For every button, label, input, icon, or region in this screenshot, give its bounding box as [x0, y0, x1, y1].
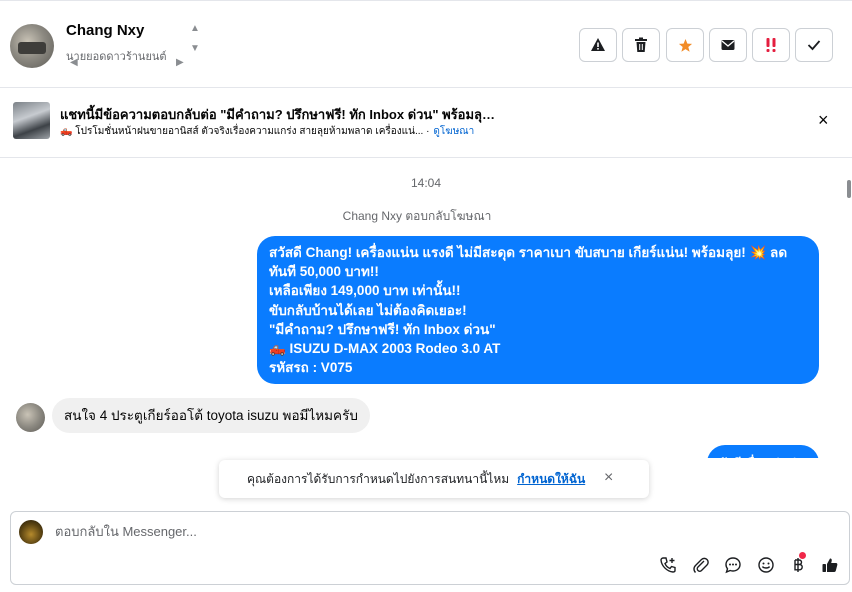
ad-description: 🛻 โปรโมชั่นหน้าฝนขายอานิสส์ ตัวจริงเรื่อ…: [60, 124, 474, 139]
horizontal-scrollbar[interactable]: ◀ ▶: [64, 57, 204, 71]
saved-replies-button[interactable]: [722, 554, 744, 576]
message-line: รหัสรถ : V075: [269, 360, 353, 376]
paperclip-icon: [693, 557, 709, 573]
message-composer: [10, 511, 850, 585]
envelope-icon: [721, 40, 735, 50]
close-icon[interactable]: ×: [604, 469, 613, 487]
delete-button[interactable]: [622, 28, 660, 62]
done-button[interactable]: [795, 28, 833, 62]
notification-dot: [799, 552, 806, 559]
replied-to-ad-note: Chang Nxy ตอบกลับโฆษณา: [342, 209, 492, 223]
contact-name[interactable]: Chang Nxy: [66, 22, 144, 39]
baht-icon: [794, 558, 803, 572]
star-icon: [678, 38, 692, 52]
payment-button[interactable]: [787, 552, 809, 576]
trash-icon: [635, 37, 647, 52]
reply-input[interactable]: [55, 524, 455, 539]
report-button[interactable]: [579, 28, 617, 62]
outgoing-message-bubble-partial[interactable]: ยังมีเชื่อมต่อค่ะ: [707, 445, 819, 458]
exclamation-icon: [766, 38, 776, 52]
like-button[interactable]: [819, 554, 841, 576]
scroll-up-icon[interactable]: ▲: [190, 23, 200, 34]
phone-plus-icon: [660, 557, 676, 573]
ad-title: แชทนี้มีข้อความตอบกลับต่อ "มีคำถาม? ปรึก…: [60, 107, 500, 122]
message-line: เหลือเพียง 149,000 บาท เท่านั้น!!: [269, 283, 461, 299]
call-button[interactable]: [657, 554, 679, 576]
assign-conversation-toast: คุณต้องการได้รับการกำหนดไปยังการสนทนานี้…: [219, 460, 649, 498]
vertical-scrollbar[interactable]: ▲ ▼: [190, 21, 204, 61]
thumbs-up-icon: [822, 558, 838, 572]
toast-text: คุณต้องการได้รับการกำหนดไปยังการสนทนานี้…: [247, 471, 510, 486]
scrollbar-thumb[interactable]: [847, 180, 851, 198]
ad-description-text: 🛻 โปรโมชั่นหน้าฝนขายอานิสส์ ตัวจริงเรื่อ…: [60, 126, 430, 137]
incoming-message-bubble[interactable]: สนใจ 4 ประตูเกียร์ออโต้ toyota isuzu พอม…: [52, 398, 370, 433]
ad-thumbnail[interactable]: [13, 102, 50, 139]
message-thread[interactable]: 14:04 Chang Nxy ตอบกลับโฆษณา สวัสดี Chan…: [0, 158, 852, 458]
chat-scrollbar[interactable]: [846, 162, 852, 458]
page-avatar: [19, 520, 43, 544]
view-ad-link[interactable]: ดูโฆษณา: [433, 126, 474, 137]
check-icon: [807, 40, 821, 51]
ad-context-bar: แชทนี้มีข้อความตอบกลับต่อ "มีคำถาม? ปรึก…: [0, 88, 852, 158]
scroll-right-icon[interactable]: ▶: [176, 57, 184, 68]
close-icon[interactable]: ×: [818, 110, 829, 131]
scroll-down-icon[interactable]: ▼: [190, 43, 200, 54]
contact-avatar[interactable]: [10, 24, 54, 68]
message-line: 🛻 ISUZU D-MAX 2003 Rodeo 3.0 AT: [269, 341, 501, 357]
contact-avatar-small[interactable]: [16, 403, 45, 432]
important-button[interactable]: [752, 28, 790, 62]
mark-unread-button[interactable]: [709, 28, 747, 62]
smiley-icon: [758, 557, 774, 573]
emoji-button[interactable]: [755, 554, 777, 576]
assign-to-me-link[interactable]: กำหนดให้ฉัน: [517, 470, 585, 489]
outgoing-message-bubble[interactable]: สวัสดี Chang! เครื่องแน่น แรงดี ไม่มีสะด…: [257, 236, 819, 384]
message-line: สวัสดี Chang! เครื่องแน่น แรงดี ไม่มีสะด…: [269, 245, 788, 260]
message-timestamp: 14:04: [410, 176, 442, 190]
conversation-header: Chang Nxy นายยอดดาวร้านยนต์ ◀ ▶ ▲ ▼: [0, 0, 852, 88]
message-line: ทันที 50,000 บาท!!: [269, 264, 379, 280]
attach-button[interactable]: [690, 554, 712, 576]
warning-icon: [591, 38, 605, 51]
chat-bubble-icon: [725, 557, 741, 574]
scroll-left-icon[interactable]: ◀: [70, 57, 78, 68]
message-line: ขับกลับบ้านได้เลย ไม่ต้องคิดเยอะ!: [269, 302, 467, 318]
message-line: "มีคำถาม? ปรึกษาฟรี! ทัก Inbox ด่วน": [269, 321, 496, 337]
star-button[interactable]: [666, 28, 704, 62]
